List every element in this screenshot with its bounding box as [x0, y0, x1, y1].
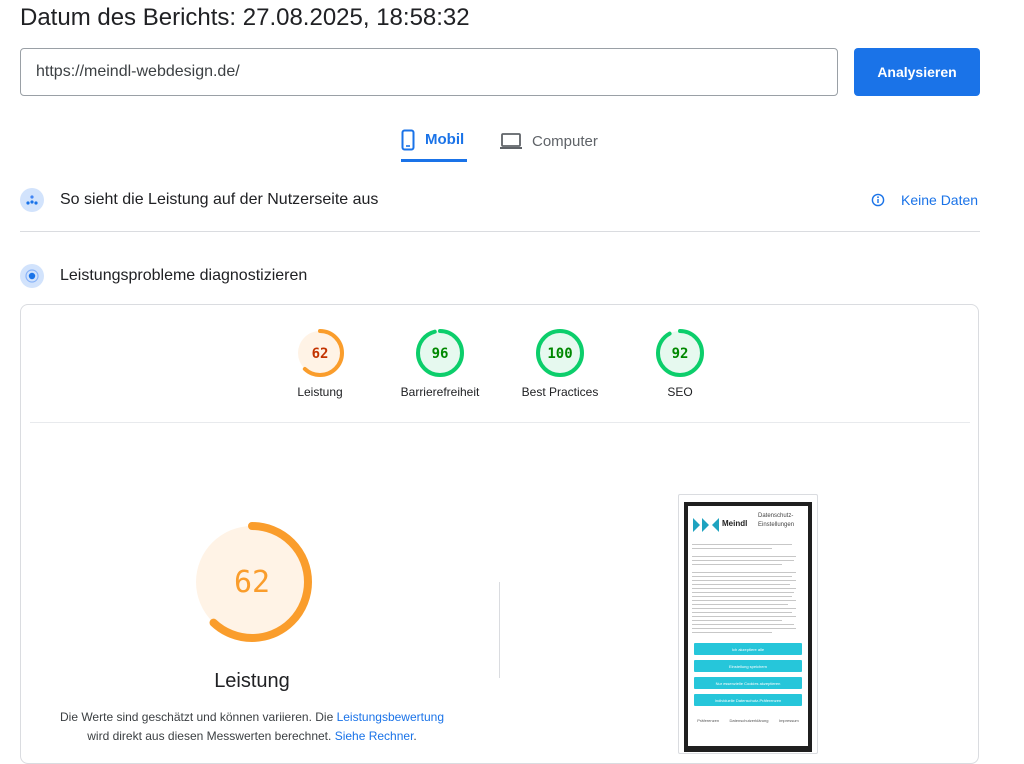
performance-gauge-large: 62	[192, 522, 312, 642]
card-divider	[30, 422, 970, 423]
performance-score-value: 62	[234, 565, 270, 600]
smartphone-icon	[401, 129, 415, 150]
screenshot-screen: Meindl Datenschutz-Einstellungen Ich akz…	[684, 502, 812, 752]
report-date-title: Datum des Berichts: 27.08.2025, 18:58:32	[20, 4, 470, 31]
score-label: Best Practices	[521, 385, 599, 399]
note-text: .	[413, 729, 417, 743]
score-label: SEO	[667, 385, 693, 399]
essential-only-button: Nur essenzielle Cookies akzeptieren	[694, 677, 802, 689]
gauge-ring: 62	[296, 329, 344, 377]
analyze-button[interactable]: Analysieren	[854, 48, 980, 96]
note-text: wird direkt aus diesen Messwerten berech…	[87, 729, 335, 743]
footer-link: Impressum	[778, 718, 799, 723]
footer-link: Präferenzen	[697, 718, 720, 723]
no-data-link[interactable]: Keine Daten	[871, 190, 978, 210]
gauge-ring: 96	[416, 329, 464, 377]
performance-label: Leistung	[214, 670, 290, 692]
score-gauge-accessibility[interactable]: 96 Barrierefreiheit	[390, 328, 490, 399]
tab-desktop-label: Computer	[532, 132, 598, 150]
field-data-title: So sieht die Leistung auf der Nutzerseit…	[60, 191, 379, 208]
gauge-ring: 100	[536, 329, 584, 377]
tab-desktop[interactable]: Computer	[500, 120, 610, 162]
accept-all-button: Ich akzeptiere alle	[694, 643, 802, 655]
score-gauge-best-practices[interactable]: 100 Best Practices	[510, 328, 610, 399]
footer-link: Datenschutzerklärung	[729, 718, 769, 723]
score-label: Barrierefreiheit	[400, 385, 480, 399]
no-data-label: Keine Daten	[901, 192, 979, 208]
gauge-ring: 92	[656, 329, 704, 377]
score-note: Die Werte sind geschätzt und können vari…	[40, 708, 464, 746]
score-value: 100	[547, 346, 572, 362]
diagnose-title: Leistungsprobleme diagnostizieren	[60, 267, 308, 284]
page-screenshot[interactable]: Meindl Datenschutz-Einstellungen Ich akz…	[678, 494, 818, 754]
field-data-icon	[20, 188, 44, 212]
save-settings-button: Einstellung speichern	[694, 660, 802, 672]
section-divider	[20, 231, 980, 232]
score-value: 92	[672, 346, 689, 362]
cookie-dialog: Meindl Datenschutz-Einstellungen Ich akz…	[688, 506, 808, 746]
tab-mobile-label: Mobil	[425, 131, 465, 148]
brand-name: Meindl	[722, 519, 748, 528]
diagnose-icon	[20, 264, 44, 288]
tab-mobile[interactable]: Mobil	[401, 120, 467, 162]
score-value: 96	[432, 346, 449, 362]
meindl-logo-icon	[693, 518, 719, 532]
laptop-icon	[500, 133, 522, 149]
individual-prefs-button: Individuelle Datenschutz-Präferenzen	[694, 694, 802, 706]
vertical-divider	[499, 582, 500, 678]
url-input[interactable]	[20, 48, 838, 96]
score-value: 62	[312, 346, 329, 362]
score-gauge-performance[interactable]: 62 Leistung	[270, 328, 370, 399]
diagnostics-card	[20, 304, 979, 764]
score-label: Leistung	[297, 385, 343, 399]
note-text: Die Werte sind geschätzt und können vari…	[59, 710, 337, 724]
scoring-link[interactable]: Leistungsbewertung	[337, 710, 444, 724]
info-icon	[871, 193, 885, 207]
score-gauge-seo[interactable]: 92 SEO	[630, 328, 730, 399]
calculator-link[interactable]: Siehe Rechner	[335, 729, 414, 743]
dialog-title: Datenschutz-Einstellungen	[758, 513, 795, 528]
